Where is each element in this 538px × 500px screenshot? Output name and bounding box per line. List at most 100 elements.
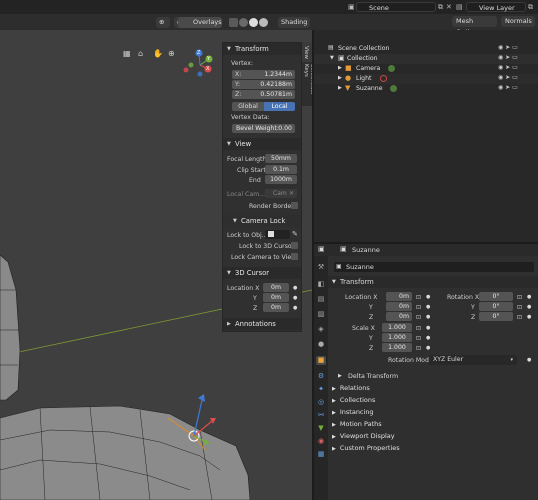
particles-tab-icon[interactable]: ✦ bbox=[316, 385, 326, 394]
data-tab-icon[interactable]: ▼ bbox=[316, 424, 326, 433]
transform-orientation-icon[interactable]: ⊕ bbox=[156, 17, 170, 28]
rotation-z-field[interactable]: 0° bbox=[479, 312, 513, 321]
lock-to-object-field[interactable] bbox=[265, 230, 290, 239]
lock-icon[interactable]: ⊡ bbox=[517, 294, 522, 301]
local-toggle[interactable]: Local bbox=[264, 102, 295, 111]
render-tab-icon[interactable]: ◧ bbox=[316, 280, 326, 289]
modifiers-tab-icon[interactable]: ⚙ bbox=[316, 372, 326, 381]
scale-y-field[interactable]: 1.000 bbox=[382, 333, 412, 342]
cursor-y-field[interactable]: 0m bbox=[263, 293, 289, 302]
tool-tab-icon[interactable]: ⚒ bbox=[316, 263, 326, 272]
keyframe-dot-icon[interactable]: ● bbox=[426, 304, 430, 310]
pan-hand-icon[interactable]: ✋ bbox=[153, 49, 163, 58]
lock-icon[interactable]: ⊡ bbox=[416, 335, 421, 342]
physics-tab-icon[interactable]: ◎ bbox=[316, 398, 326, 407]
keyframe-dot-icon[interactable]: ● bbox=[293, 295, 297, 301]
vertex-x-field[interactable]: 1.2344m bbox=[232, 70, 295, 79]
scale-z-field[interactable]: 1.000 bbox=[382, 343, 412, 352]
light-data-icon[interactable] bbox=[380, 75, 387, 82]
properties-editor-icon[interactable]: ▣ bbox=[318, 245, 325, 253]
ortho-grid-icon[interactable]: ▦ bbox=[123, 49, 131, 58]
lock-camera-to-view-checkbox[interactable] bbox=[291, 253, 298, 260]
lock-icon[interactable]: ⊡ bbox=[416, 314, 421, 321]
chevron-down-icon[interactable]: ▼ bbox=[330, 55, 334, 61]
relations-section[interactable]: ▶ Relations bbox=[332, 384, 370, 392]
instancing-section[interactable]: ▶ Instancing bbox=[332, 408, 374, 416]
rotation-y-field[interactable]: 0° bbox=[479, 302, 513, 311]
rotation-x-field[interactable]: 0° bbox=[479, 292, 513, 301]
scene-tab-icon[interactable]: ◈ bbox=[316, 325, 326, 334]
view-panel-header[interactable]: View bbox=[223, 138, 301, 150]
tab-screencast[interactable]: Screencast Keys bbox=[302, 62, 315, 106]
lock-icon[interactable]: ⊡ bbox=[416, 345, 421, 352]
bevel-weight-field[interactable]: Bevel Weight: 0.00 bbox=[232, 124, 295, 133]
scene-close-icon[interactable]: ✕ bbox=[446, 3, 452, 11]
keyframe-dot-icon[interactable]: ● bbox=[527, 294, 531, 300]
vertex-z-field[interactable]: 0.50781m bbox=[232, 90, 295, 99]
collections-section[interactable]: ▶ Collections bbox=[332, 396, 375, 404]
vertex-y-field[interactable]: 0.42188m bbox=[232, 80, 295, 89]
scene-selector[interactable]: Scene bbox=[356, 2, 436, 12]
mesh-options-button[interactable]: Mesh Options bbox=[452, 16, 497, 36]
lock-to-cursor-checkbox[interactable] bbox=[291, 242, 298, 249]
keyframe-dot-icon[interactable]: ● bbox=[426, 345, 430, 351]
scene-new-icon[interactable]: ⧉ bbox=[438, 3, 443, 12]
keyframe-dot-icon[interactable]: ● bbox=[426, 294, 430, 300]
material-tab-icon[interactable]: ◉ bbox=[316, 437, 326, 446]
visibility-icons-collection[interactable]: ◉ ➤ ▭ bbox=[498, 54, 518, 61]
cursor-x-field[interactable]: 0m bbox=[263, 283, 289, 292]
clear-icon[interactable]: ✕ bbox=[289, 189, 294, 198]
scale-x-field[interactable]: 1.000 bbox=[382, 323, 412, 332]
visibility-icons-camera[interactable]: ◉ ➤ ▭ bbox=[498, 64, 518, 71]
global-toggle[interactable]: Global bbox=[232, 102, 264, 111]
constraints-tab-icon[interactable]: ⚯ bbox=[316, 411, 326, 420]
custom-properties-section[interactable]: ▶ Custom Properties bbox=[332, 444, 400, 452]
visibility-icons-suzanne[interactable]: ◉ ➤ ▭ bbox=[498, 84, 518, 91]
3d-cursor-header[interactable]: 3D Cursor bbox=[223, 267, 301, 279]
camera-view-icon[interactable]: ⌂ bbox=[138, 49, 143, 58]
camera-data-icon[interactable] bbox=[388, 65, 395, 72]
keyframe-dot-icon[interactable]: ● bbox=[293, 285, 297, 291]
eyedropper-icon[interactable]: ✎ bbox=[292, 230, 298, 238]
annotations-header[interactable]: Annotations bbox=[223, 318, 301, 330]
cursor-z-field[interactable]: 0m bbox=[263, 303, 289, 312]
lock-icon[interactable]: ⊡ bbox=[517, 304, 522, 311]
chevron-right-icon[interactable]: ▶ bbox=[338, 75, 342, 81]
wireframe-shading-icon[interactable] bbox=[229, 18, 238, 27]
solid-shading-icon[interactable] bbox=[239, 18, 248, 27]
viewport-display-section[interactable]: ▶ Viewport Display bbox=[332, 432, 395, 440]
keyframe-dot-icon[interactable]: ● bbox=[527, 357, 531, 363]
world-tab-icon[interactable]: ● bbox=[316, 340, 326, 349]
keyframe-dot-icon[interactable]: ● bbox=[527, 314, 531, 320]
object-tab-icon[interactable]: ■ bbox=[316, 356, 326, 365]
location-z-field[interactable]: 0m bbox=[386, 312, 412, 321]
keyframe-dot-icon[interactable]: ● bbox=[426, 335, 430, 341]
object-name-field[interactable]: ▣ Suzanne bbox=[334, 262, 534, 272]
clip-start-field[interactable]: 0.1m bbox=[265, 165, 297, 174]
lock-icon[interactable]: ⊡ bbox=[416, 325, 421, 332]
zoom-icon[interactable]: ⊕ bbox=[168, 49, 175, 58]
view-layer-selector[interactable]: View Layer bbox=[466, 2, 526, 12]
overlays-button[interactable]: Overlays bbox=[178, 17, 222, 28]
output-tab-icon[interactable]: ▤ bbox=[316, 295, 326, 304]
object-transform-header[interactable]: ▼ Transform bbox=[328, 276, 538, 288]
lock-icon[interactable]: ⊡ bbox=[416, 294, 421, 301]
keyframe-dot-icon[interactable]: ● bbox=[426, 314, 430, 320]
chevron-right-icon[interactable]: ▶ bbox=[338, 65, 342, 71]
navigation-gizmo[interactable]: Z Y X bbox=[180, 47, 220, 83]
render-border-checkbox[interactable] bbox=[291, 202, 298, 209]
motion-paths-section[interactable]: ▶ Motion Paths bbox=[332, 420, 382, 428]
texture-tab-icon[interactable]: ▦ bbox=[316, 450, 326, 459]
focal-length-field[interactable]: 50mm bbox=[265, 154, 297, 163]
rendered-shading-icon[interactable] bbox=[259, 18, 268, 27]
visibility-icons-scene[interactable]: ◉ ➤ ▭ bbox=[498, 44, 518, 51]
lock-icon[interactable]: ⊡ bbox=[416, 304, 421, 311]
location-y-field[interactable]: 0m bbox=[386, 302, 412, 311]
rotation-mode-select[interactable]: XYZ Euler ▾ bbox=[429, 355, 517, 365]
location-x-field[interactable]: 0m bbox=[386, 292, 412, 301]
view-layer-icon[interactable]: ▤ bbox=[456, 3, 463, 11]
view-layer-tab-icon[interactable]: ▨ bbox=[316, 310, 326, 319]
chevron-right-icon[interactable]: ▶ bbox=[338, 85, 342, 91]
normals-button[interactable]: Normals bbox=[501, 16, 535, 27]
keyframe-dot-icon[interactable]: ● bbox=[426, 325, 430, 331]
